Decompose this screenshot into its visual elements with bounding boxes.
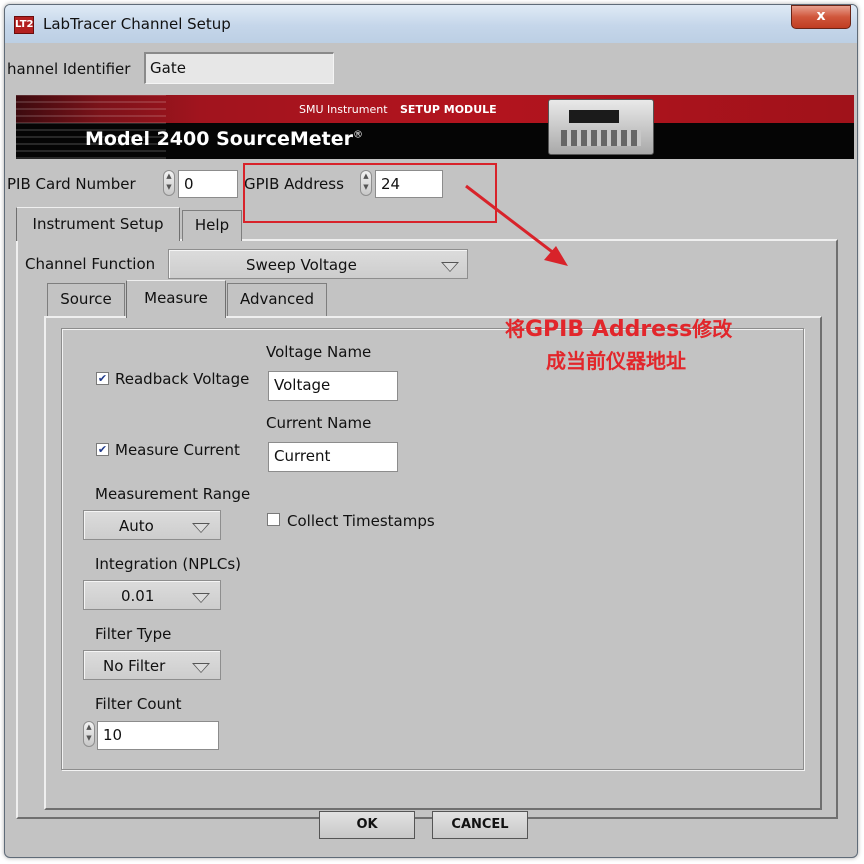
measurement-range-value: Auto <box>119 517 154 535</box>
integration-label: Integration (NPLCs) <box>95 555 242 573</box>
ok-button[interactable]: OK <box>319 811 415 839</box>
banner-setup-label: SETUP MODULE <box>400 103 497 116</box>
chevron-down-icon <box>192 593 210 603</box>
measurement-range-label: Measurement Range <box>95 485 251 503</box>
chevron-down-icon <box>441 262 459 272</box>
instrument-banner: SMU Instrument SETUP MODULE Model 2400 S… <box>16 95 854 159</box>
chevron-down-icon <box>192 663 210 673</box>
collect-timestamps-label: Collect Timestamps <box>287 512 435 530</box>
banner-model-title: Model 2400 SourceMeter® <box>85 128 363 150</box>
measurement-range-dropdown[interactable]: Auto <box>83 510 221 540</box>
sourcemeter-display <box>569 110 619 123</box>
close-button[interactable]: x <box>791 5 851 29</box>
gpib-card-label: PIB Card Number <box>7 175 136 193</box>
chevron-down-icon <box>192 523 210 533</box>
channel-identifier-label: hannel Identifier <box>7 60 131 78</box>
measure-current-checkbox[interactable]: ✔ <box>96 443 109 456</box>
tab-advanced[interactable]: Advanced <box>227 283 327 316</box>
dialog-window: LT2 LabTracer Channel Setup x hannel Ide… <box>4 4 858 858</box>
channel-identifier-input[interactable]: Gate <box>144 52 334 84</box>
channel-function-value: Sweep Voltage <box>246 256 357 274</box>
annotation-highlight-box <box>243 163 497 223</box>
title-bar[interactable]: LT2 LabTracer Channel Setup x <box>5 5 857 43</box>
banner-smu-label: SMU Instrument <box>299 103 388 116</box>
collect-timestamps-checkbox[interactable] <box>267 513 280 526</box>
gpib-card-stepper[interactable]: ▲ ▼ <box>163 170 175 196</box>
cancel-button[interactable]: CANCEL <box>432 811 528 839</box>
readback-voltage-label: Readback Voltage <box>115 370 250 388</box>
gpib-card-input[interactable]: 0 <box>178 170 238 198</box>
filter-count-input[interactable]: 10 <box>97 721 219 750</box>
channel-function-label: Channel Function <box>25 255 156 273</box>
filter-type-label: Filter Type <box>95 625 172 643</box>
window-title: LabTracer Channel Setup <box>43 15 231 33</box>
filter-count-label: Filter Count <box>95 695 182 713</box>
voltage-name-input[interactable]: Voltage <box>268 371 398 401</box>
filter-type-dropdown[interactable]: No Filter <box>83 650 221 680</box>
current-name-input[interactable]: Current <box>268 442 398 472</box>
filter-count-stepper[interactable]: ▲ ▼ <box>83 721 95 747</box>
integration-dropdown[interactable]: 0.01 <box>83 580 221 610</box>
current-name-label: Current Name <box>266 414 372 432</box>
tab-help[interactable]: Help <box>182 210 242 241</box>
app-logo-icon: LT2 <box>14 16 34 34</box>
filter-type-value: No Filter <box>103 657 166 675</box>
tab-source[interactable]: Source <box>47 283 125 316</box>
annotation-line-2: 成当前仪器地址 <box>546 349 686 373</box>
tab-instrument-setup[interactable]: Instrument Setup <box>16 207 180 241</box>
tab-measure[interactable]: Measure <box>126 280 226 318</box>
annotation-arrow <box>465 184 568 266</box>
sourcemeter-image <box>548 99 654 155</box>
voltage-name-label: Voltage Name <box>266 343 372 361</box>
measure-current-label: Measure Current <box>115 441 240 459</box>
readback-voltage-checkbox[interactable]: ✔ <box>96 372 109 385</box>
sourcemeter-keys <box>561 130 641 146</box>
channel-function-dropdown[interactable]: Sweep Voltage <box>168 249 468 279</box>
annotation-line-1: 将GPIB Address修改 <box>505 317 733 342</box>
integration-value: 0.01 <box>121 587 155 605</box>
